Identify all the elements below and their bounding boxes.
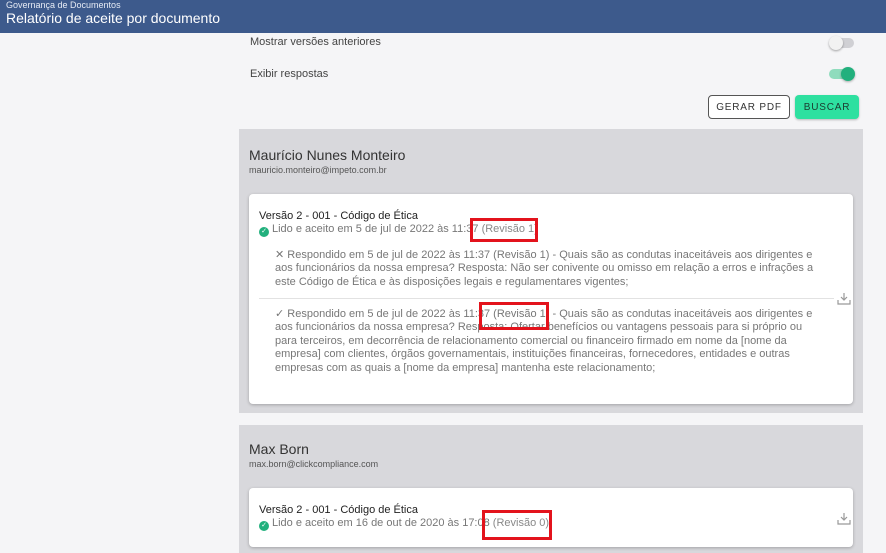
x-icon: ✕: [275, 249, 285, 261]
status-text: Lido e aceito em 5 de jul de 2022 às 11:…: [272, 223, 479, 235]
show-previous-versions-toggle[interactable]: [829, 36, 854, 50]
toggle-knob: [841, 67, 855, 81]
status-text: Lido e aceito em 16 de out de 2020 às 17…: [272, 517, 490, 529]
user-name: Max Born: [249, 441, 309, 457]
revision-highlight-box: [479, 302, 549, 330]
answer-text: Respondido em 5 de jul de 2022 às 11:37 …: [275, 249, 814, 288]
revision-highlight-box: [482, 510, 552, 540]
checkmark-icon: ✓: [275, 308, 285, 320]
user-email: max.born@clickcompliance.com: [249, 459, 379, 469]
answer-item: ✕ Respondido em 5 de jul de 2022 às 11:3…: [275, 249, 815, 289]
page-title: Relatório de aceite por documento: [6, 10, 221, 26]
user-email: mauricio.monteiro@impeto.com.br: [249, 165, 387, 175]
app-subtitle: Governança de Documentos: [6, 0, 121, 10]
check-circle-icon: ✓: [259, 521, 269, 531]
generate-pdf-button[interactable]: GERAR PDF: [708, 95, 790, 119]
document-title: Versão 2 - 001 - Código de Ética: [259, 504, 418, 516]
document-title: Versão 2 - 001 - Código de Ética: [259, 210, 418, 222]
app-header: Governança de Documentos Relatório de ac…: [0, 0, 886, 33]
check-circle-icon: ✓: [259, 227, 269, 237]
search-button[interactable]: BUSCAR: [795, 95, 859, 119]
toggle-knob: [829, 36, 843, 50]
show-previous-versions-label: Mostrar versões anteriores: [250, 36, 381, 48]
show-answers-label: Exibir respostas: [250, 68, 329, 80]
user-section: Maurício Nunes Monteiro mauricio.monteir…: [239, 129, 863, 413]
download-icon[interactable]: [837, 292, 851, 305]
document-card: Versão 2 - 001 - Código de Ética ✓ Lido e…: [249, 194, 853, 404]
revision-highlight-box: [470, 218, 538, 242]
download-icon[interactable]: [837, 512, 851, 525]
show-answers-toggle[interactable]: [829, 67, 855, 81]
divider: [259, 298, 834, 299]
user-name: Maurício Nunes Monteiro: [249, 147, 406, 163]
